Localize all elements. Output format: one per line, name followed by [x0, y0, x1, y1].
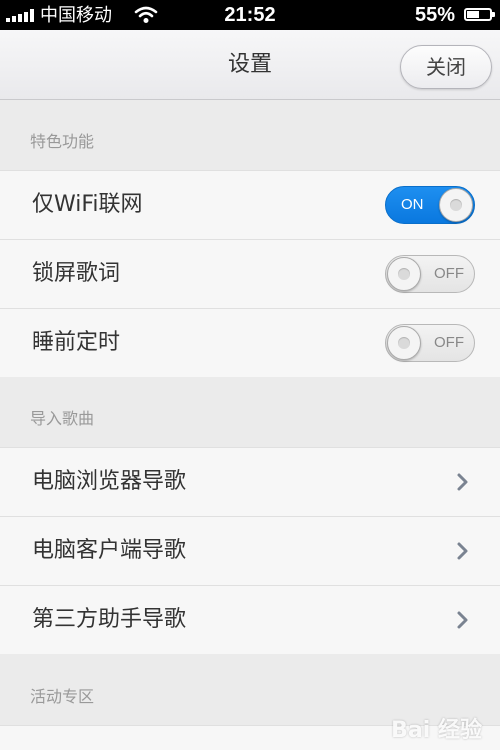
- sleep-timer-toggle[interactable]: OFF: [385, 324, 475, 362]
- list-item-label: 电脑客户端导歌: [32, 538, 187, 563]
- navigation-bar: 设置 关闭: [0, 30, 500, 100]
- setting-label: 仅WiFi联网: [32, 192, 143, 217]
- setting-row-sleep-timer: 睡前定时 OFF: [0, 308, 500, 377]
- section-header-label: 导入歌曲: [30, 409, 95, 428]
- section-header-features: 特色功能: [0, 100, 500, 170]
- status-bar: 中国移动 21:52 55%: [0, 0, 500, 30]
- battery-percent: 55%: [414, 4, 455, 26]
- section-header-label: 特色功能: [30, 132, 95, 151]
- chevron-right-icon: [457, 473, 468, 491]
- chevron-right-icon: [457, 542, 468, 560]
- setting-label: 睡前定时: [32, 330, 121, 355]
- toggle-state-text: OFF: [434, 265, 464, 282]
- lockscreen-lyrics-toggle[interactable]: OFF: [385, 255, 475, 293]
- battery-level-fill: [467, 11, 479, 18]
- list-item-pc-client-import[interactable]: 电脑客户端导歌: [0, 516, 500, 585]
- toggle-state-text: ON: [401, 196, 424, 213]
- setting-row-wifi-only: 仅WiFi联网 ON: [0, 170, 500, 239]
- setting-row-lockscreen-lyrics: 锁屏歌词 OFF: [0, 239, 500, 308]
- chevron-right-icon: [457, 611, 468, 629]
- close-button[interactable]: 关闭: [400, 45, 492, 89]
- setting-label: 锁屏歌词: [32, 261, 121, 286]
- wifi-only-toggle[interactable]: ON: [385, 186, 475, 224]
- battery-icon: [464, 8, 495, 21]
- list-item-pc-browser-import[interactable]: 电脑浏览器导歌: [0, 447, 500, 516]
- list-item-third-party-import[interactable]: 第三方助手导歌: [0, 585, 500, 654]
- section-header-label: 活动专区: [30, 687, 95, 706]
- toggle-knob: [439, 188, 473, 222]
- toggle-knob: [387, 257, 421, 291]
- list-item-label: 电脑浏览器导歌: [32, 469, 187, 494]
- section-header-import-songs: 导入歌曲: [0, 377, 500, 447]
- list-item-label: 第三方助手导歌: [32, 607, 187, 632]
- toggle-knob: [387, 326, 421, 360]
- toggle-state-text: OFF: [434, 334, 464, 351]
- watermark: Bai 经验: [391, 718, 482, 743]
